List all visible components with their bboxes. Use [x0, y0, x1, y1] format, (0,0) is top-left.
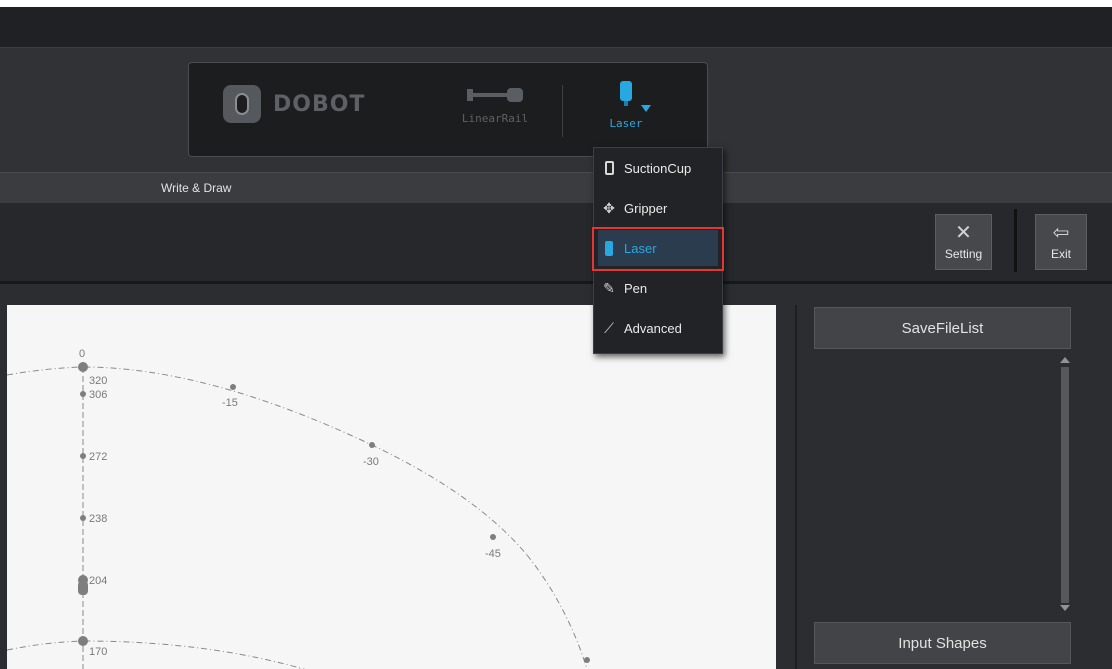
menu-item-label: Gripper [624, 200, 668, 216]
menu-item-advanced[interactable]: ⟋ Advanced [598, 310, 718, 346]
tool-linear-rail[interactable]: LinearRail [451, 87, 539, 125]
radius-point [80, 515, 86, 521]
selection-highlight-box [592, 227, 724, 271]
toolbar-separator [1014, 209, 1017, 272]
slider-handle[interactable] [78, 581, 88, 595]
drawing-canvas[interactable]: 0 -15 -30 -45 320 306 272 238 204 170 [7, 305, 776, 669]
radius-label: 238 [89, 513, 107, 525]
radius-label: 320 [89, 375, 107, 387]
angle-point [369, 442, 375, 448]
panel-divider [562, 85, 563, 137]
advanced-icon: ⟋ [604, 319, 614, 336]
laser-icon [619, 81, 633, 107]
angle-label: -30 [363, 456, 379, 468]
menu-item-label: Pen [624, 280, 648, 296]
radius-label: 306 [89, 389, 107, 401]
side-panel-border [795, 305, 797, 669]
menu-item-suction-cup[interactable]: SuctionCup [598, 150, 718, 186]
radius-label: 204 [89, 575, 107, 587]
menu-item-label: Advanced [624, 320, 682, 336]
outer-arc-tail [526, 554, 588, 669]
exit-button[interactable]: ⇦ Exit [1035, 214, 1087, 270]
angle-point [584, 657, 590, 663]
linear-rail-icon [467, 88, 523, 102]
setting-button[interactable]: ✕ Setting [935, 214, 992, 270]
radius-label: 272 [89, 451, 107, 463]
chevron-down-icon[interactable] [641, 105, 651, 112]
top-margin [0, 0, 1112, 7]
dobot-logo: DOBOT [223, 85, 365, 123]
angle-label: -15 [222, 397, 238, 409]
gripper-icon: ✥ [603, 199, 615, 216]
menu-item-label: SuctionCup [624, 160, 692, 176]
scroll-track[interactable] [1061, 367, 1069, 603]
setting-label: Setting [944, 247, 983, 261]
app-window: DOBOT LinearRail Laser Write & Draw ✕ Se… [0, 0, 1112, 669]
angle-label: -45 [485, 548, 501, 560]
radius-point [78, 636, 88, 646]
angle-label: 0 [79, 348, 85, 360]
origin-point [78, 362, 88, 372]
menu-item-gripper[interactable]: ✥ Gripper [598, 190, 718, 226]
menu-item-pen[interactable]: ✎ Pen [598, 270, 718, 306]
radius-point [80, 453, 86, 459]
inner-arc [7, 640, 306, 669]
brand-name: DOBOT [273, 91, 366, 117]
pen-icon: ✎ [603, 279, 615, 296]
scroll-up-arrow-icon[interactable] [1060, 357, 1070, 363]
input-shapes-button[interactable]: Input Shapes [814, 622, 1071, 664]
suction-cup-icon [598, 161, 620, 175]
radius-label: 170 [89, 646, 107, 658]
workspace-grid: 0 -15 -30 -45 320 306 272 238 204 170 [7, 348, 590, 669]
section-bar: Write & Draw [0, 172, 1112, 204]
dobot-logo-icon [223, 85, 261, 123]
exit-label: Exit [1050, 247, 1071, 261]
tool-laser-label: Laser [609, 117, 643, 130]
exit-icon: ⇦ [1052, 222, 1070, 244]
angle-point [490, 534, 496, 540]
scroll-down-arrow-icon[interactable] [1060, 605, 1070, 611]
section-title: Write & Draw [161, 181, 232, 195]
file-list-scrollbar[interactable] [1060, 357, 1070, 611]
save-file-list-button[interactable]: SaveFileList [814, 307, 1071, 349]
tools-icon: ✕ [955, 222, 972, 244]
angle-point [230, 384, 236, 390]
radius-point [80, 391, 86, 397]
device-panel: DOBOT LinearRail Laser [188, 62, 708, 157]
title-strip [0, 7, 1112, 48]
side-panel: SaveFileList Input Shapes [812, 305, 1076, 669]
tool-linear-rail-label: LinearRail [461, 112, 529, 125]
